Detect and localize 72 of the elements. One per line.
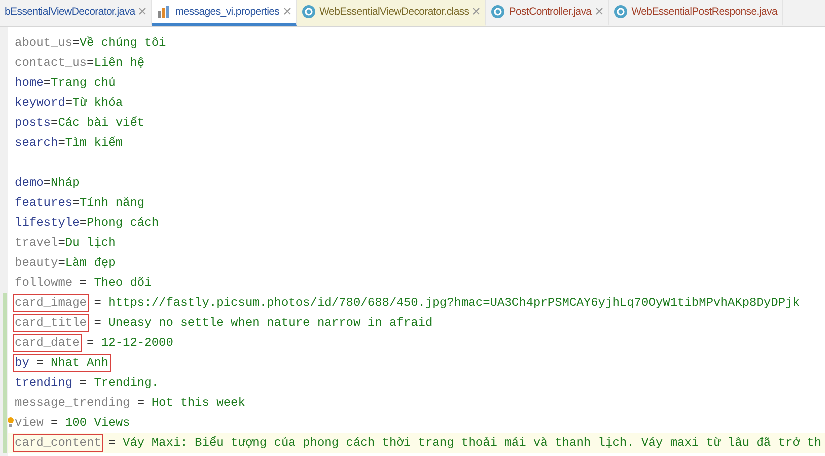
property-key: card_content: [15, 436, 102, 450]
property-value: Hot this week: [152, 396, 246, 410]
editor-tab[interactable]: WebEssentialPostResponse.java: [608, 0, 784, 26]
editor-tab[interactable]: WebEssentialViewDecorator.class: [296, 0, 486, 26]
property-key: contact_us: [15, 56, 88, 70]
property-value: Nháp: [51, 176, 80, 190]
close-icon[interactable]: [139, 8, 146, 15]
close-icon[interactable]: [596, 8, 603, 15]
property-value: https://fastly.picsum.photos/id/780/688/450.jpg?hmac=UA3Ch4prPSMCAY6yjhLq70OyW1tibMPvhAKp8DyDPjk: [108, 296, 800, 310]
property-value: Liên hệ: [94, 56, 145, 70]
property-value: Nhat Anh: [51, 356, 109, 370]
separator: =: [44, 176, 52, 190]
property-key: demo: [15, 176, 44, 190]
property-value: Uneasy no settle when nature narrow in afraid: [108, 316, 433, 330]
properties-file-icon: [157, 4, 172, 18]
separator: =: [58, 256, 66, 270]
class-icon: [491, 4, 506, 18]
separator: =: [80, 216, 88, 230]
separator: =: [93, 296, 102, 310]
separator: =: [72, 36, 80, 50]
property-value: Váy Maxi: Biểu tượng của phong cách thời trang thoải mái và thanh lịch. Váy maxi từ lâu đã trở th: [123, 436, 822, 450]
separator: =: [51, 116, 58, 130]
property-value: Từ khóa: [72, 96, 124, 110]
class-icon: [614, 4, 628, 18]
separator: =: [136, 396, 146, 410]
separator: =: [50, 416, 60, 430]
separator: =: [86, 336, 96, 350]
property-value: Trending.: [94, 376, 160, 390]
property-key: lifestyle: [15, 216, 80, 230]
separator: =: [87, 56, 94, 70]
property-key: trending: [15, 376, 73, 390]
separator: =: [65, 96, 73, 110]
property-key: followme: [15, 276, 73, 290]
property-value: Về chúng tôi: [80, 36, 166, 50]
property-value: Tính năng: [80, 196, 145, 210]
close-icon[interactable]: [284, 8, 291, 15]
separator: =: [44, 76, 52, 90]
property-key: card_image: [15, 296, 88, 310]
property-key: search: [15, 136, 58, 150]
separator: =: [36, 356, 45, 370]
separator: =: [58, 136, 66, 150]
property-value: 12-12-2000: [101, 336, 174, 350]
property-value: 100 Views: [65, 416, 130, 430]
property-value: Phong cách: [87, 216, 160, 230]
property-value: Du lịch: [65, 236, 116, 250]
property-value: Các bài viết: [58, 116, 145, 130]
property-key: keyword: [15, 96, 66, 110]
property-key: card_title: [15, 316, 88, 330]
property-key: message_trending: [15, 396, 130, 410]
separator: =: [108, 436, 117, 450]
separator: =: [72, 196, 80, 210]
separator: =: [78, 376, 88, 390]
property-value: Làm đẹp: [65, 256, 116, 270]
close-icon[interactable]: [473, 8, 480, 15]
separator: =: [78, 276, 88, 290]
property-key: posts: [15, 116, 52, 130]
lightbulb-icon[interactable]: [8, 417, 14, 428]
separator: =: [93, 316, 102, 330]
editor-tab[interactable]: messages_vi.properties: [152, 0, 297, 26]
property-key: beauty: [15, 256, 58, 270]
property-key: card_date: [15, 336, 80, 350]
property-value: Tìm kiếm: [65, 136, 124, 150]
property-key: by: [15, 356, 30, 370]
class-icon: [302, 4, 316, 18]
property-key: home: [15, 76, 44, 90]
property-key: view: [15, 416, 44, 430]
property-value: Theo dõi: [94, 276, 152, 290]
property-value: Trang chủ: [51, 76, 116, 90]
property-key: about_us: [15, 36, 73, 50]
property-key: features: [15, 196, 73, 210]
separator: =: [58, 236, 66, 250]
property-key: travel: [15, 236, 58, 250]
